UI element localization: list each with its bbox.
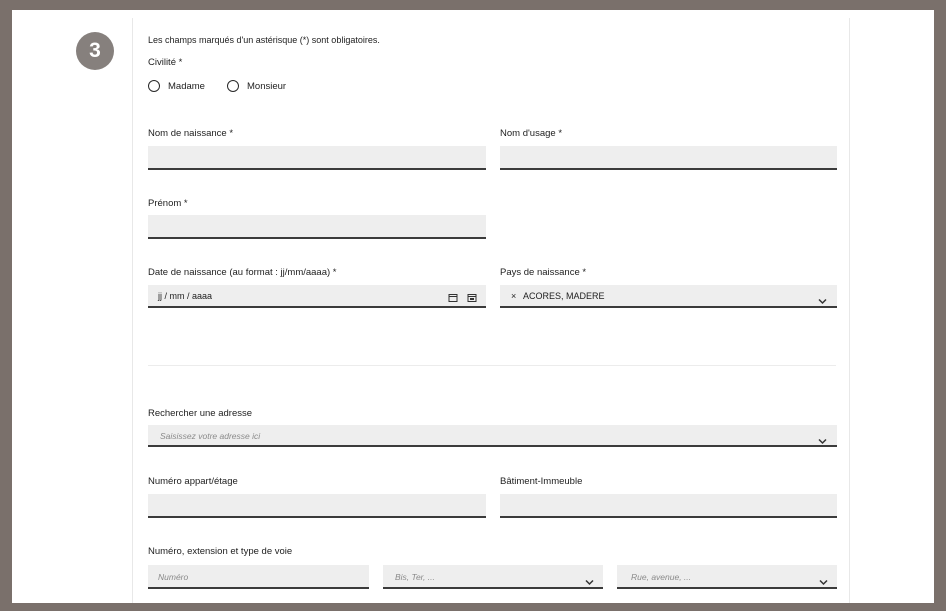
radio-madame-label: Madame — [168, 81, 205, 92]
clear-selection-icon[interactable]: × — [511, 291, 516, 301]
radio-monsieur[interactable]: Monsieur — [227, 80, 297, 94]
appart-label: Numéro appart/étage — [148, 476, 238, 487]
batiment-label: Bâtiment-Immeuble — [500, 476, 583, 487]
step-badge: 3 — [76, 32, 114, 70]
radio-circle-icon[interactable] — [227, 80, 239, 92]
pays-naissance-label: Pays de naissance * — [500, 267, 587, 278]
voie-numero-placeholder: Numéro — [158, 572, 189, 582]
radio-madame[interactable]: Madame — [148, 80, 218, 94]
adresse-placeholder: Saisissez votre adresse ici — [160, 431, 261, 441]
radio-circle-icon[interactable] — [148, 80, 160, 92]
adresse-search-select[interactable]: Saisissez votre adresse ici — [148, 425, 837, 447]
voie-numero-input[interactable]: Numéro — [148, 565, 369, 589]
nom-naissance-label: Nom de naissance * — [148, 128, 234, 139]
radio-monsieur-label: Monsieur — [247, 81, 287, 92]
civilite-label: Civilité * — [148, 57, 183, 68]
chevron-down-icon[interactable] — [818, 432, 827, 450]
voie-type-placeholder: Rue, avenue, ... — [631, 572, 692, 582]
content-divider-left — [132, 18, 133, 603]
adresse-label: Rechercher une adresse — [148, 408, 253, 419]
voie-extension-select[interactable]: Bis, Ter, ... — [383, 565, 603, 589]
chevron-down-icon[interactable] — [585, 573, 594, 591]
date-naissance-input[interactable]: jj / mm / aaaa — [148, 285, 486, 308]
pays-naissance-value: ACORES, MADERE — [523, 291, 605, 301]
date-naissance-label: Date de naissance (au format : jj/mm/aaa… — [148, 267, 337, 278]
voie-type-select[interactable]: Rue, avenue, ... — [617, 565, 837, 589]
voie-label: Numéro, extension et type de voie — [148, 546, 293, 557]
date-placeholder: jj / mm / aaaa — [158, 291, 213, 301]
prenom-label: Prénom * — [148, 198, 188, 209]
step-number: 3 — [89, 39, 101, 62]
appart-input[interactable] — [148, 494, 486, 518]
prenom-input[interactable] — [148, 215, 486, 239]
nom-naissance-input[interactable] — [148, 146, 486, 170]
nom-usage-input[interactable] — [500, 146, 837, 170]
required-note: Les champs marqués d'un astérisque (*) s… — [148, 35, 380, 45]
content-divider-right — [849, 18, 850, 603]
voie-extension-placeholder: Bis, Ter, ... — [395, 572, 435, 582]
calendar-icon[interactable] — [448, 290, 458, 308]
chevron-down-icon[interactable] — [819, 573, 828, 591]
nom-usage-label: Nom d'usage * — [500, 128, 563, 139]
chevron-down-icon[interactable] — [818, 292, 827, 310]
batiment-input[interactable] — [500, 494, 837, 518]
section-divider — [148, 365, 836, 366]
calendar-picker-icon[interactable] — [467, 290, 477, 308]
pays-naissance-select[interactable]: × ACORES, MADERE — [500, 285, 837, 308]
